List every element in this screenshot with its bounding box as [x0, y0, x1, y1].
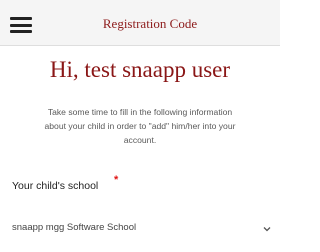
instructions-line: Take some time to fill in the following … [47, 107, 233, 117]
school-select-value: snaapp mgg Software School [12, 222, 137, 233]
instructions-text: Take some time to fill in the following … [0, 105, 280, 147]
required-marker: * [114, 174, 119, 186]
registration-page: Registration Code Hi, test snaapp user T… [0, 0, 280, 252]
instructions-line: account. [123, 135, 157, 145]
top-bar: Registration Code [0, 0, 280, 46]
school-select[interactable]: snaapp mgg Software School [10, 218, 276, 242]
greeting-heading: Hi, test snaapp user [49, 57, 231, 82]
instructions-line: about your child in order to "add" him/h… [44, 121, 236, 131]
hamburger-menu-icon[interactable] [10, 17, 32, 33]
page-title: Registration Code [102, 16, 198, 31]
chevron-down-icon [263, 227, 271, 232]
school-field-label: Your child's school [12, 180, 99, 192]
